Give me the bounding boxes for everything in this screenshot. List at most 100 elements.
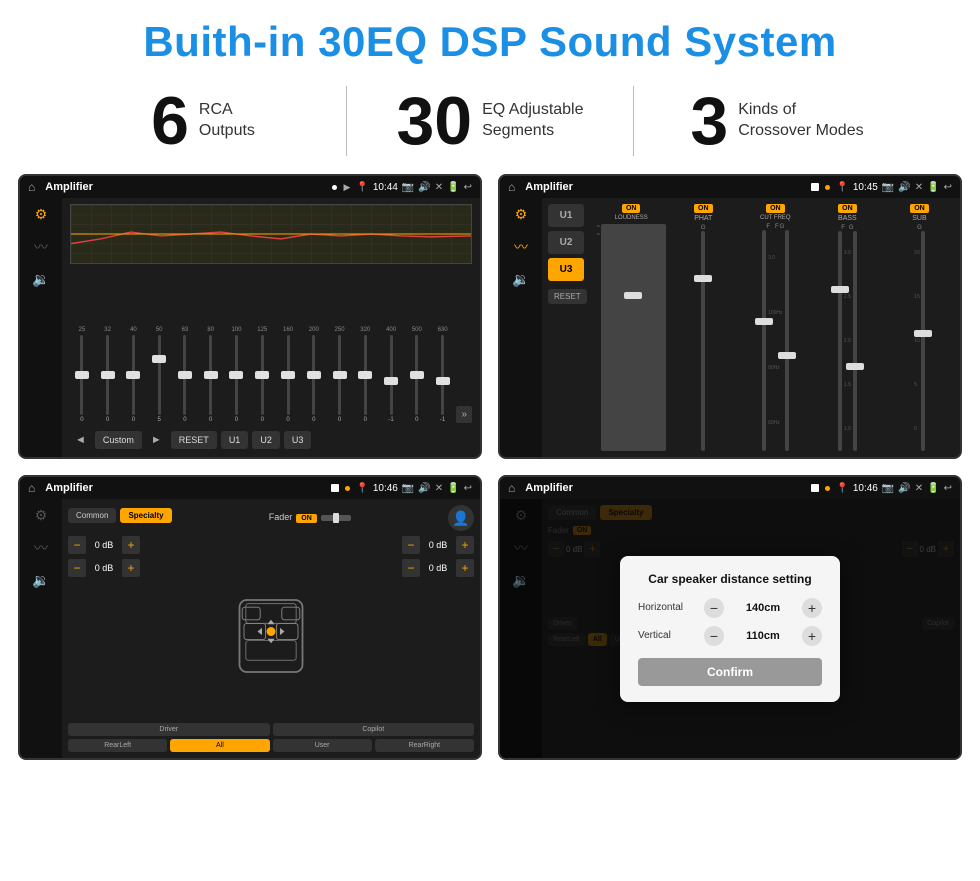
eq-track-63[interactable] (183, 335, 186, 415)
fader-mini-slider[interactable] (321, 515, 351, 521)
eq-col-32: 32 0 (96, 327, 120, 423)
eq-next-arrow[interactable]: ► (146, 431, 167, 449)
home-icon[interactable]: ⌂ (28, 180, 35, 194)
bass-slider-1[interactable] (838, 231, 842, 451)
fader-sidebar-speaker-icon[interactable]: 🔉 (32, 572, 49, 589)
bass-slider-2[interactable] (853, 231, 857, 451)
eq-expand-button[interactable]: » (456, 406, 472, 423)
loudness-on-btn[interactable]: ON (622, 204, 641, 213)
fader-db-minus-1[interactable]: − (68, 536, 86, 554)
fader-rearleft-button[interactable]: RearLeft (68, 739, 167, 752)
eq-track-320[interactable] (364, 335, 367, 415)
fader-db-plus-4[interactable]: + (456, 559, 474, 577)
crossover-u2-button[interactable]: U2 (548, 231, 584, 254)
fader-sidebar-eq-icon[interactable]: ⚙ (35, 507, 48, 524)
eq-track-125[interactable] (261, 335, 264, 415)
ch-cutfreq: ON CUT FREQ FFG 3.0100Hz80Hz60Hz (741, 204, 810, 451)
eq-custom-button[interactable]: Custom (95, 431, 142, 449)
sub-on-btn[interactable]: ON (910, 204, 929, 213)
eq-bottom-bar: ◄ Custom ► RESET U1 U2 U3 (70, 427, 472, 451)
camera-icon: 📷 (402, 182, 414, 193)
location-icon2: 📍 (836, 182, 848, 193)
eq-track-400[interactable] (390, 335, 393, 415)
fader-db-plus-1[interactable]: + (122, 536, 140, 554)
eq-track-200[interactable] (312, 335, 315, 415)
eq-u2-button[interactable]: U2 (252, 431, 280, 449)
loudness-sliders: ~~ (597, 224, 666, 451)
eq-reset-button[interactable]: RESET (171, 431, 217, 449)
fader-home-icon[interactable]: ⌂ (28, 481, 35, 495)
eq-status-icons: 📍 10:44 📷 🔊 ✕ 🔋 ↩ (356, 182, 472, 193)
crossover-sidebar-speaker-icon[interactable]: 🔉 (512, 271, 529, 288)
confirm-button[interactable]: Confirm (638, 658, 822, 686)
back-icon2[interactable]: ↩ (944, 182, 952, 193)
fader-on-button[interactable]: ON (296, 514, 317, 523)
crossover-home-icon[interactable]: ⌂ (508, 180, 515, 194)
fader-db-minus-2[interactable]: − (68, 559, 86, 577)
eq-u3-button[interactable]: U3 (284, 431, 312, 449)
back-icon4[interactable]: ↩ (944, 483, 952, 494)
fader-copilot-button[interactable]: Copilot (273, 723, 475, 736)
fader-bottom-buttons-2: RearLeft All User RearRight (68, 739, 474, 752)
fader-db-minus-4[interactable]: − (402, 559, 420, 577)
sub-label: SUB (912, 215, 926, 222)
eq-track-250[interactable] (338, 335, 341, 415)
eq-track-80[interactable] (209, 335, 212, 415)
dialog-horizontal-minus[interactable]: − (704, 598, 724, 618)
fader-sidebar-wave-icon[interactable]: 〰 (34, 538, 48, 558)
crossover-sidebar-wave-icon[interactable]: 〰 (514, 237, 528, 257)
crossover-reset-button[interactable]: RESET (548, 289, 587, 304)
dialog-vertical-plus[interactable]: + (802, 626, 822, 646)
eq-u1-button[interactable]: U1 (221, 431, 249, 449)
fader-user-button[interactable]: User (273, 739, 372, 752)
bass-on-btn[interactable]: ON (838, 204, 857, 213)
loudness-labels: ~~ (597, 224, 601, 451)
phat-on-btn[interactable]: ON (694, 204, 713, 213)
fader-driver-button[interactable]: Driver (68, 723, 270, 736)
back-icon3[interactable]: ↩ (464, 483, 472, 494)
sub-sliders: 20151050 (914, 231, 925, 451)
fader-rearright-button[interactable]: RearRight (375, 739, 474, 752)
dialog-screen-title: Amplifier (525, 482, 805, 494)
back-icon[interactable]: ↩ (464, 182, 472, 193)
cutfreq-label: CUT FREQ (760, 215, 791, 221)
eq-track-500[interactable] (415, 335, 418, 415)
fader-db-minus-3[interactable]: − (402, 536, 420, 554)
stat-rca: 6 RCAOutputs (60, 87, 346, 155)
fader-db-plus-2[interactable]: + (122, 559, 140, 577)
eq-track-630[interactable] (441, 335, 444, 415)
stat-number-crossover: 3 (690, 87, 728, 155)
dialog-vertical-minus[interactable]: − (704, 626, 724, 646)
crossover-u3-button[interactable]: U3 (548, 258, 584, 281)
crossover-u1-button[interactable]: U1 (548, 204, 584, 227)
fader-tab-specialty[interactable]: Specialty (120, 508, 171, 523)
eq-main-content: 25 0 32 0 40 0 50 (62, 198, 480, 457)
loudness-slider[interactable] (601, 224, 666, 451)
eq-track-25[interactable] (80, 335, 83, 415)
dialog-time: 10:46 (853, 483, 878, 494)
eq-track-32[interactable] (106, 335, 109, 415)
eq-sidebar-wave-icon[interactable]: 〰 (34, 237, 48, 257)
eq-sidebar-sliders-icon[interactable]: ⚙ (35, 206, 48, 223)
fader-db-plus-3[interactable]: + (456, 536, 474, 554)
fader-tab-common[interactable]: Common (68, 508, 116, 523)
cutfreq-on-btn[interactable]: ON (766, 204, 785, 213)
dialog-status-icons: 📍 10:46 📷 🔊 ✕ 🔋 ↩ (836, 483, 952, 494)
crossover-sidebar-sliders-icon[interactable]: ⚙ (515, 206, 528, 223)
eq-track-160[interactable] (287, 335, 290, 415)
fader-main-content: Common Specialty Fader ON 👤 (62, 499, 480, 758)
dialog-horizontal-plus[interactable]: + (802, 598, 822, 618)
fader-all-button[interactable]: All (170, 739, 269, 752)
eq-prev-arrow[interactable]: ◄ (70, 431, 91, 449)
eq-track-40[interactable] (132, 335, 135, 415)
volume-icon4: 🔊 (898, 483, 910, 494)
stats-row: 6 RCAOutputs 30 EQ AdjustableSegments 3 … (0, 76, 980, 174)
phat-slider[interactable] (701, 231, 705, 451)
eq-track-100[interactable] (235, 335, 238, 415)
eq-sidebar-speaker-icon[interactable]: 🔉 (32, 271, 49, 288)
cutfreq-slider-1[interactable] (762, 230, 766, 451)
cutfreq-slider-2[interactable] (785, 230, 789, 451)
sub-slider[interactable] (921, 231, 925, 451)
dialog-home-icon[interactable]: ⌂ (508, 481, 515, 495)
eq-track-50[interactable] (158, 335, 161, 415)
